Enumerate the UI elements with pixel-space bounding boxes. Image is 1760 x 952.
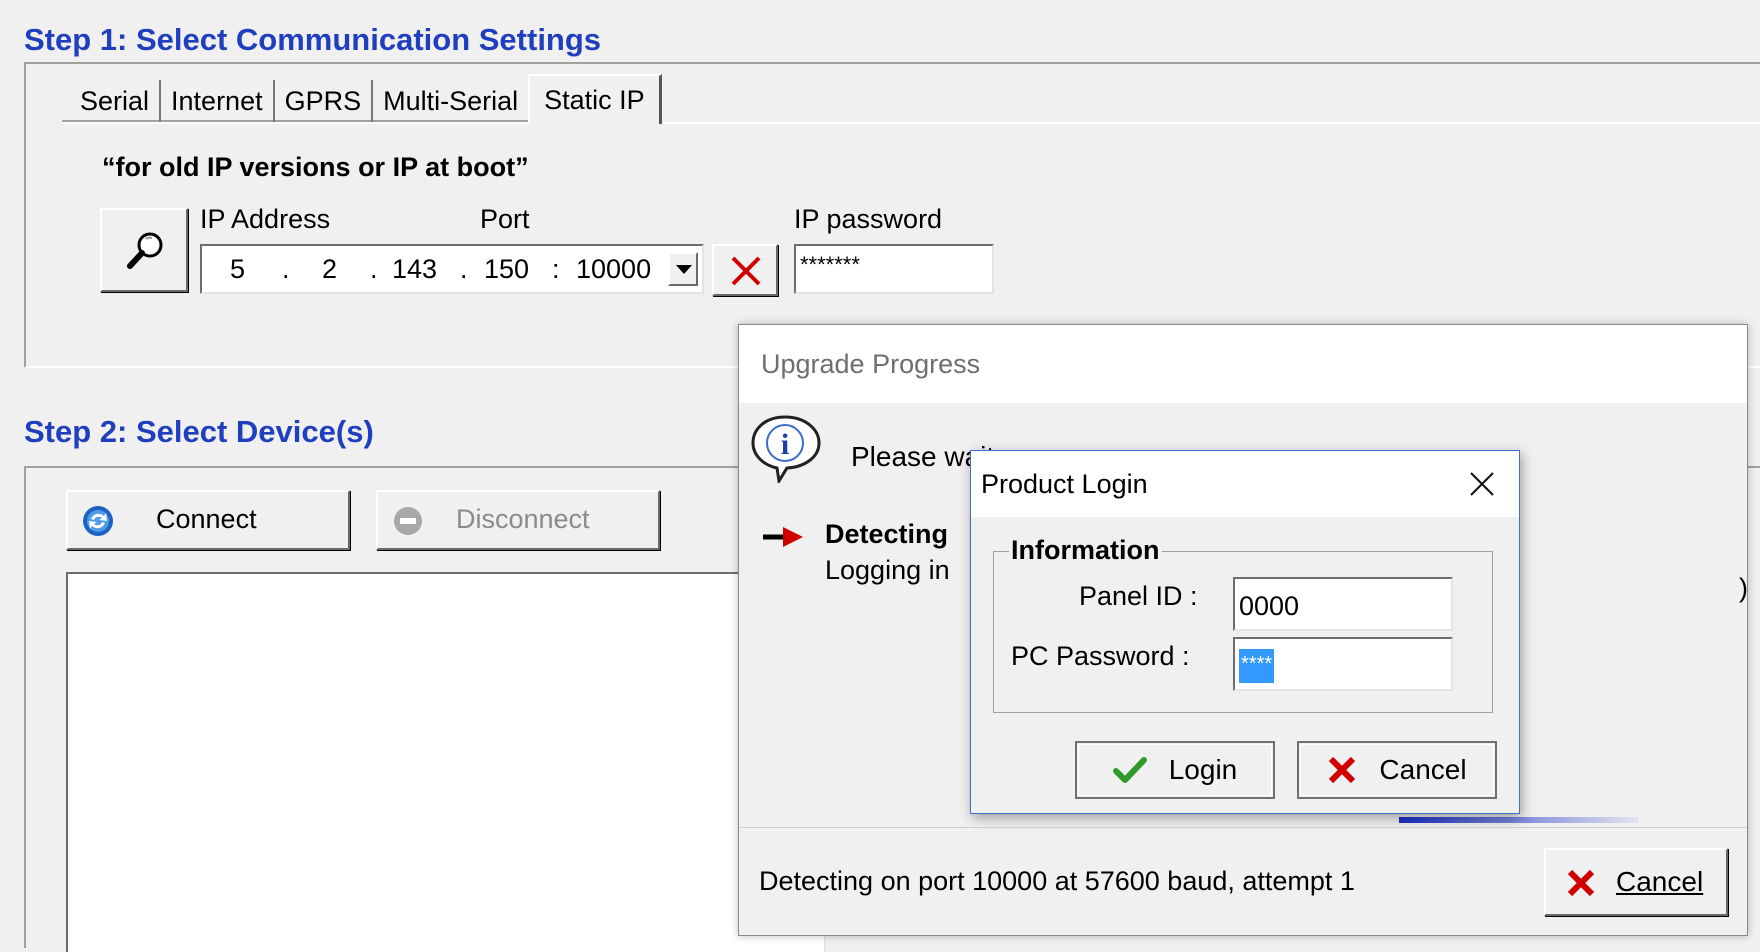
upgrade-progress-title: Upgrade Progress bbox=[761, 349, 981, 379]
ip-password-value: ******* bbox=[800, 252, 860, 277]
ip-separator: . bbox=[370, 254, 378, 284]
ip-separator: . bbox=[282, 254, 290, 284]
port-label: Port bbox=[480, 204, 530, 234]
tab-serial[interactable]: Serial bbox=[70, 80, 162, 122]
tab-panel-edge bbox=[62, 122, 1760, 124]
ip-address-label: IP Address bbox=[200, 204, 331, 234]
product-login-title: Product Login bbox=[981, 469, 1148, 499]
panel-id-value: 0000 bbox=[1239, 591, 1300, 621]
logging-in-text: Logging in bbox=[825, 555, 950, 585]
device-list[interactable] bbox=[66, 572, 826, 952]
ip-password-label: IP password bbox=[794, 204, 943, 234]
clipped-text: ) bbox=[1739, 573, 1748, 603]
step1-title: Step 1: Select Communication Settings bbox=[24, 22, 602, 57]
tab-strip: Serial Internet GPRS Multi-Serial Static… bbox=[70, 74, 662, 124]
close-icon bbox=[731, 256, 761, 286]
information-group-label: Information bbox=[1009, 535, 1162, 566]
close-window-icon[interactable] bbox=[1469, 471, 1495, 497]
port-dropdown-button[interactable] bbox=[668, 252, 698, 286]
ip-separator: . bbox=[460, 254, 468, 284]
port-value[interactable]: 10000 bbox=[576, 254, 651, 285]
login-button[interactable]: Login bbox=[1075, 741, 1275, 799]
ip-octet-3[interactable]: 143 bbox=[392, 254, 437, 285]
pc-password-label: PC Password : bbox=[1011, 641, 1190, 671]
step2-title: Step 2: Select Device(s) bbox=[24, 414, 374, 449]
product-login-title-bar: Product Login bbox=[971, 451, 1519, 517]
tab-gprs[interactable]: GPRS bbox=[275, 80, 374, 122]
ip-address-port-field[interactable]: 5 . 2 . 143 . 150 : 10000 bbox=[200, 244, 704, 294]
status-message: Detecting on port 10000 at 57600 baud, a… bbox=[759, 866, 1355, 896]
login-label: Login bbox=[1168, 754, 1238, 785]
connect-label: Connect bbox=[156, 504, 257, 534]
ip-password-input[interactable]: ******* bbox=[794, 244, 994, 294]
login-cancel-button[interactable]: Cancel bbox=[1297, 741, 1497, 799]
detecting-heading: Detecting bbox=[825, 519, 949, 549]
chevron-down-icon bbox=[676, 265, 692, 274]
upgrade-cancel-label: Cancel bbox=[1616, 866, 1704, 897]
clear-ip-button[interactable] bbox=[712, 244, 778, 296]
upgrade-progress-title-bar: Upgrade Progress bbox=[739, 325, 1747, 403]
pc-password-value: **** bbox=[1239, 649, 1275, 683]
progress-indicator bbox=[1399, 817, 1639, 823]
ip-octet-1[interactable]: 5 bbox=[230, 254, 245, 285]
login-cancel-label: Cancel bbox=[1379, 754, 1467, 785]
disconnect-label: Disconnect bbox=[456, 504, 590, 534]
checkmark-icon bbox=[1112, 757, 1147, 783]
magnifier-icon bbox=[127, 232, 163, 269]
panel-id-label: Panel ID : bbox=[1079, 581, 1198, 611]
close-icon bbox=[1329, 756, 1356, 784]
disconnect-button[interactable]: Disconnect bbox=[376, 490, 660, 550]
static-ip-note: “for old IP versions or IP at boot” bbox=[102, 152, 529, 182]
tab-multi-serial[interactable]: Multi-Serial bbox=[373, 80, 528, 122]
connect-button[interactable]: Connect bbox=[66, 490, 350, 550]
disconnect-icon bbox=[394, 507, 422, 535]
svg-text:i: i bbox=[781, 428, 789, 461]
pc-password-input[interactable]: **** bbox=[1233, 637, 1453, 691]
ip-octet-4[interactable]: 150 bbox=[484, 254, 529, 285]
connect-icon bbox=[83, 506, 113, 536]
search-button[interactable] bbox=[100, 208, 188, 292]
product-login-dialog: Product Login Information Panel ID : 000… bbox=[970, 450, 1520, 814]
ip-octet-2[interactable]: 2 bbox=[322, 254, 337, 285]
upgrade-cancel-button[interactable]: Cancel bbox=[1544, 848, 1728, 916]
panel-id-input[interactable]: 0000 bbox=[1233, 577, 1453, 631]
upgrade-progress-status-bar: Detecting on port 10000 at 57600 baud, a… bbox=[739, 827, 1747, 937]
port-separator: : bbox=[552, 254, 560, 284]
close-icon bbox=[1567, 869, 1595, 897]
arrow-right-icon bbox=[763, 527, 803, 547]
tab-static-ip[interactable]: Static IP bbox=[528, 74, 662, 124]
info-icon: i bbox=[751, 415, 821, 483]
tab-internet[interactable]: Internet bbox=[161, 80, 275, 122]
